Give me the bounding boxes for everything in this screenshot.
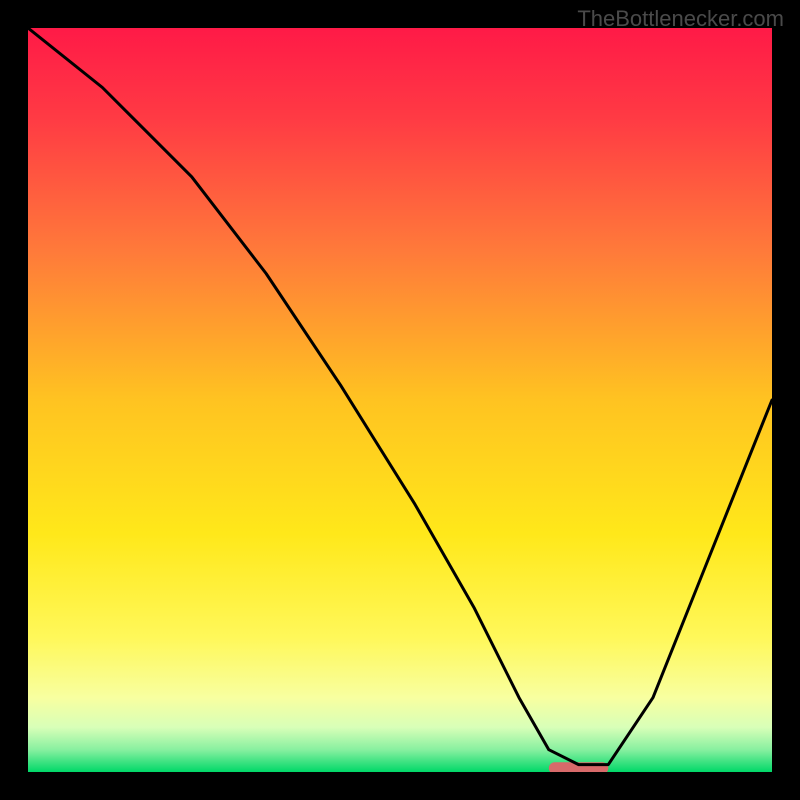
- watermark-text: TheBottlenecker.com: [577, 6, 784, 32]
- chart-svg: [28, 28, 772, 772]
- chart-background: [28, 28, 772, 772]
- bottleneck-chart: [28, 28, 772, 772]
